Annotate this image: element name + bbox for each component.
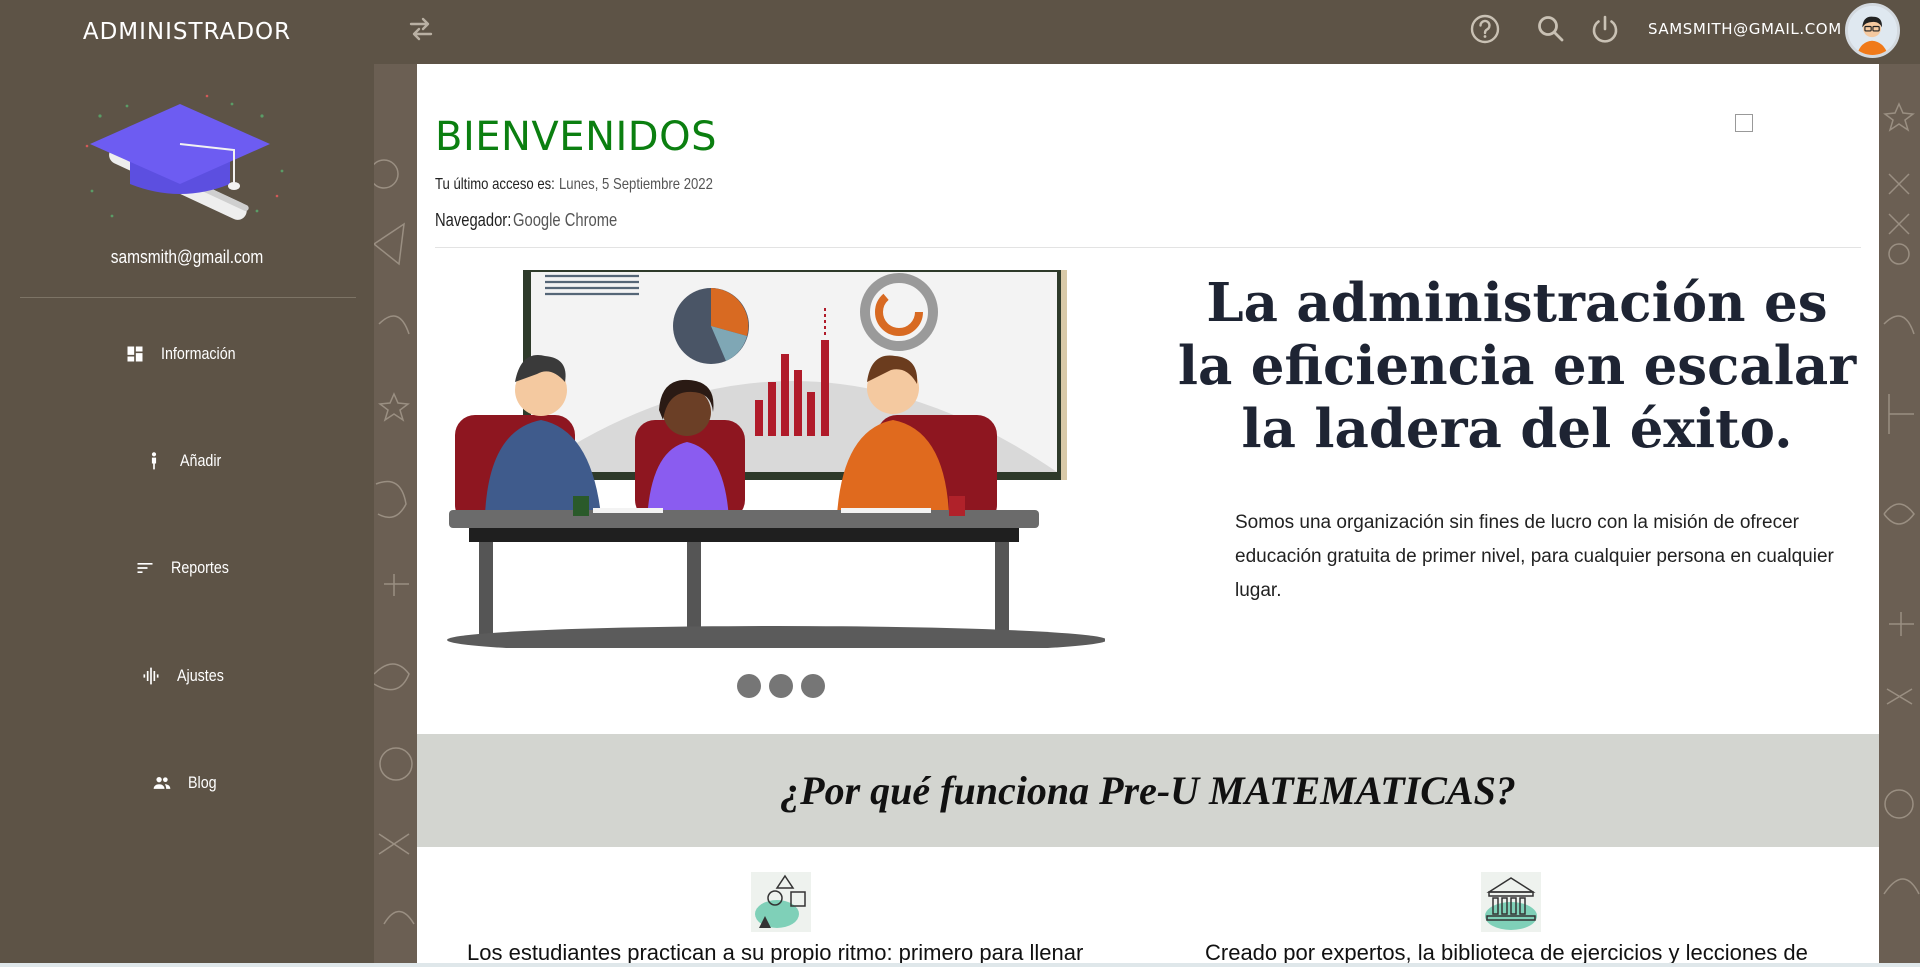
- carousel-dot[interactable]: [737, 674, 761, 698]
- mission-text: Somos una organización sin fines de lucr…: [1235, 512, 1834, 601]
- sort-icon: [137, 563, 152, 573]
- section-heading: ¿Por qué funciona Pre-U MATEMATICAS?: [780, 768, 1516, 813]
- browser-value: Google Chrome: [513, 210, 618, 230]
- carousel-indicators: [737, 674, 825, 698]
- sidebar-item-label: Información: [160, 344, 236, 363]
- museum-icon: [1481, 872, 1541, 932]
- sidebar-item-label: Blog: [187, 773, 217, 792]
- sidebar-item-ajustes[interactable]: Ajustes: [0, 656, 374, 696]
- meeting-illustration: [441, 270, 1107, 654]
- person-icon: [152, 452, 157, 470]
- quote-heading: La administración es la eficiencia en es…: [1177, 272, 1857, 460]
- app-title: ADMINISTRADOR: [82, 19, 292, 45]
- search-icon[interactable]: [1534, 12, 1568, 46]
- avatar[interactable]: [1845, 3, 1900, 58]
- divider: [0, 963, 1920, 967]
- top-bar: ADMINISTRADOR SAMSMITH@GMAIL.COM: [0, 0, 1920, 65]
- sidebar: samsmith@gmail.com Información Añadir Re…: [0, 64, 374, 967]
- swap-icon[interactable]: [406, 14, 436, 44]
- user-email[interactable]: SAMSMITH@GMAIL.COM: [1648, 20, 1842, 38]
- help-icon[interactable]: [1468, 12, 1502, 46]
- carousel-dot[interactable]: [769, 674, 793, 698]
- group-icon: [153, 777, 171, 789]
- checkbox[interactable]: [1735, 114, 1753, 132]
- divider: [20, 297, 356, 298]
- equalizer-icon: [143, 667, 159, 685]
- page-title: BIENVENIDOS: [435, 114, 717, 160]
- last-access: Tu último acceso es: Lunes, 5 Septiembre…: [435, 176, 713, 194]
- sidebar-email: samsmith@gmail.com: [110, 247, 264, 267]
- sidebar-item-blog[interactable]: Blog: [0, 763, 374, 803]
- shapes-icon: [751, 872, 811, 932]
- last-access-label: Tu último acceso es:: [435, 176, 555, 193]
- sidebar-item-label: Reportes: [170, 558, 229, 577]
- power-icon[interactable]: [1588, 12, 1622, 46]
- carousel-dot[interactable]: [801, 674, 825, 698]
- browser-info: Navegador: Google Chrome: [435, 210, 617, 231]
- dashboard-icon: [127, 346, 143, 362]
- sidebar-item-label: Ajustes: [177, 666, 224, 685]
- why-band: ¿Por qué funciona Pre-U MATEMATICAS?: [417, 734, 1879, 847]
- last-access-value: Lunes, 5 Septiembre 2022: [559, 176, 713, 193]
- main-content: BIENVENIDOS Tu último acceso es: Lunes, …: [417, 64, 1879, 967]
- browser-label: Navegador:: [435, 210, 512, 230]
- sidebar-item-anadir[interactable]: Añadir: [0, 441, 374, 481]
- sidebar-item-informacion[interactable]: Información: [0, 334, 374, 374]
- sidebar-item-reportes[interactable]: Reportes: [0, 548, 374, 588]
- divider: [435, 247, 1861, 248]
- background-pattern-right: [1879, 64, 1920, 967]
- sidebar-item-label: Añadir: [180, 451, 222, 470]
- background-pattern-left: [374, 64, 417, 967]
- graduation-cap-logo: [82, 86, 292, 226]
